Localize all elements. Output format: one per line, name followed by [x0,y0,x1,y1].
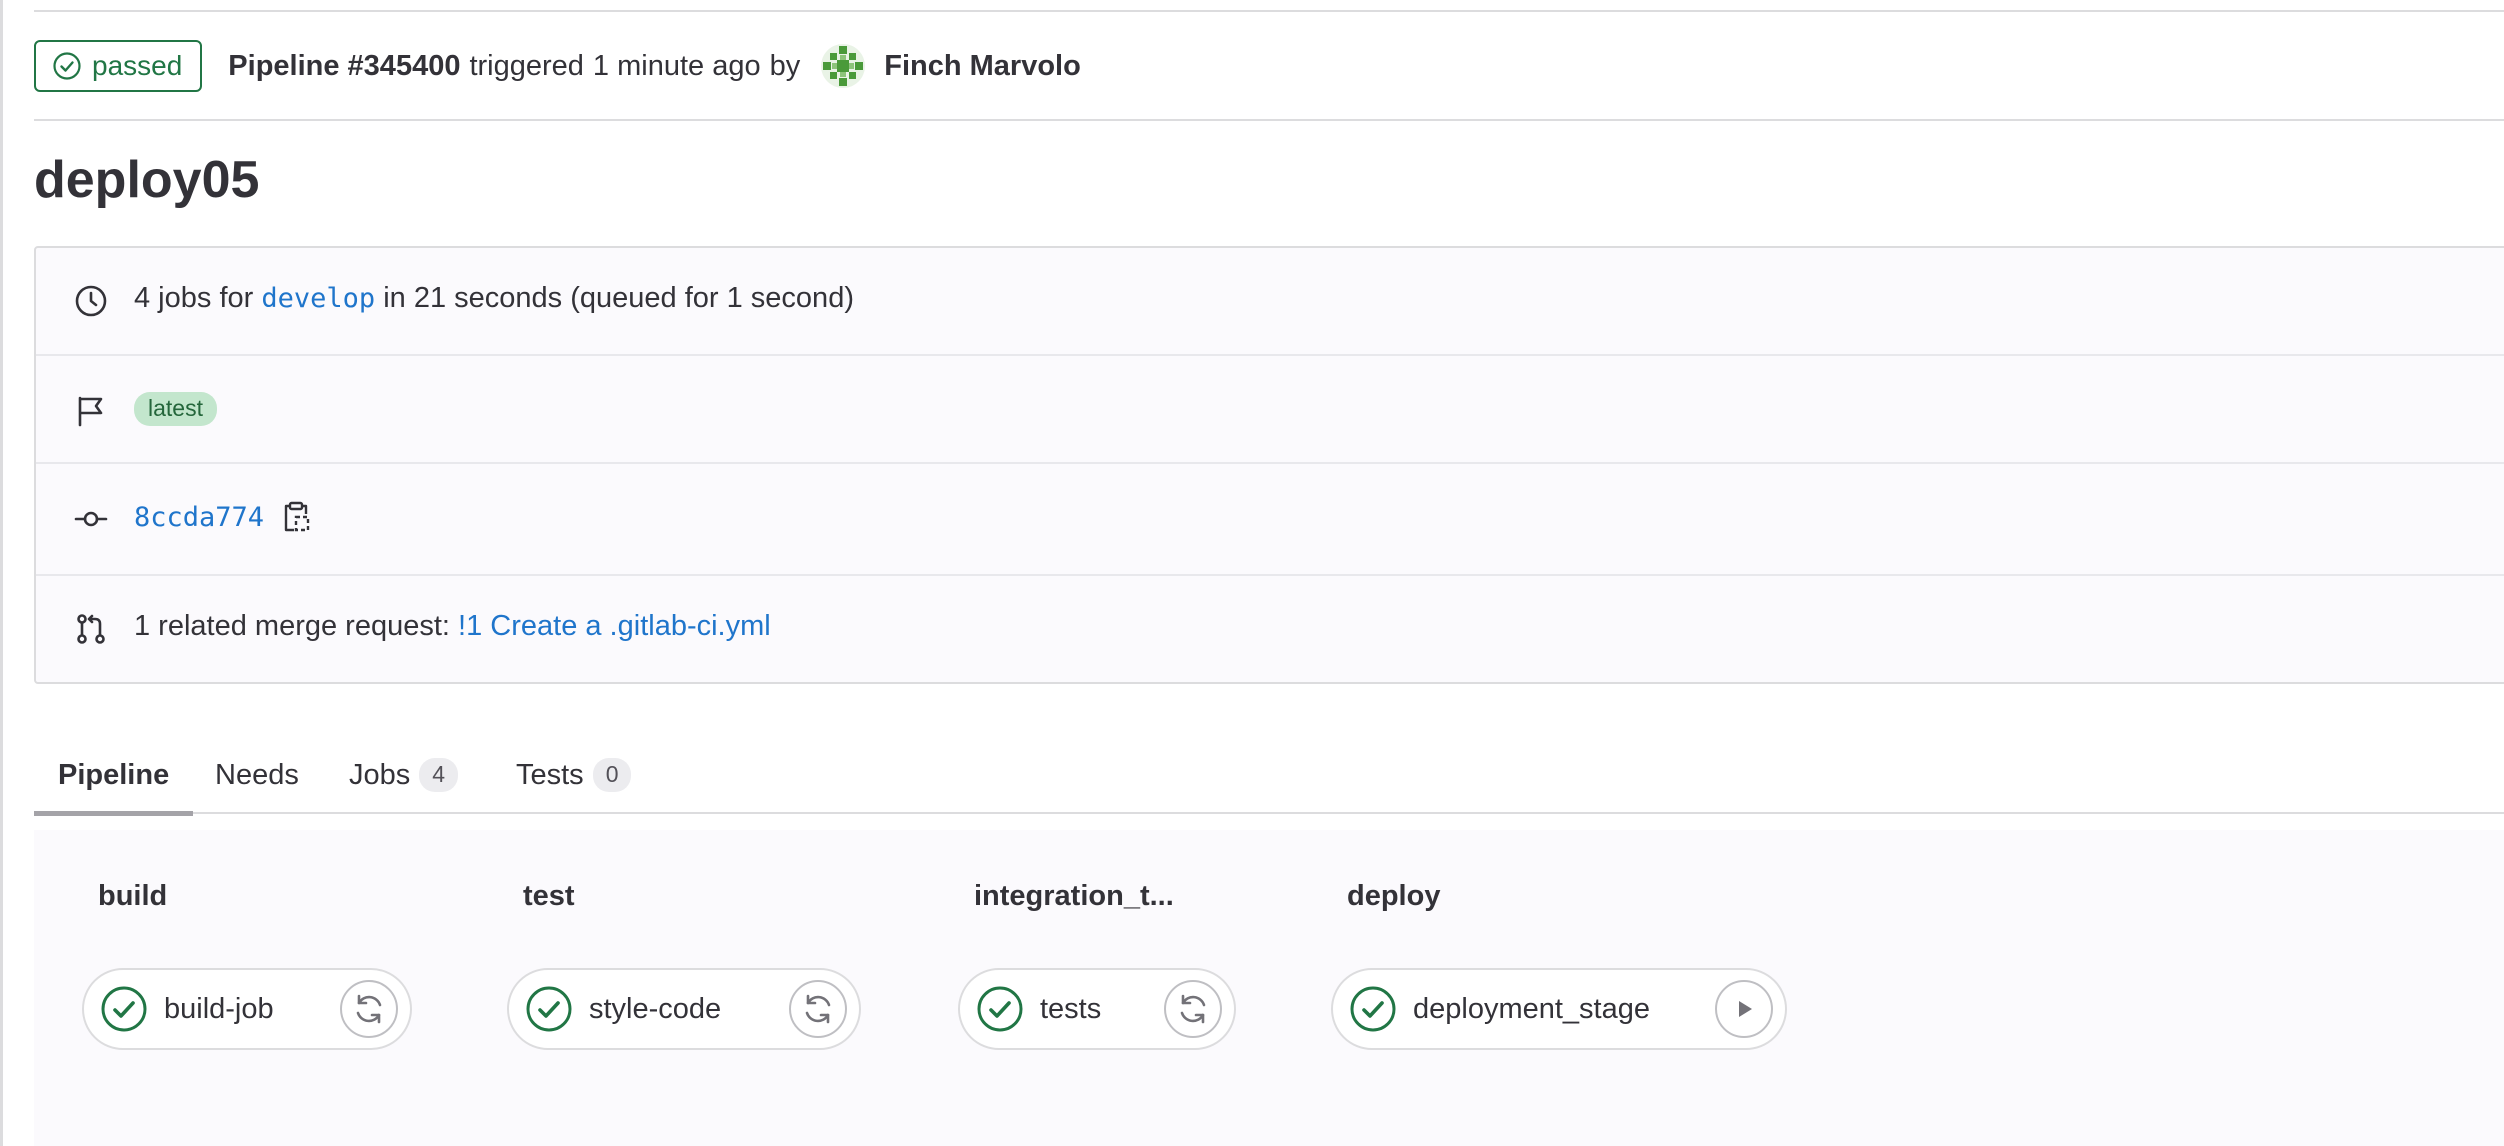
play-icon[interactable] [1715,980,1773,1038]
status-success-icon [52,51,82,81]
retry-icon[interactable] [789,980,847,1038]
tab-tests[interactable]: Tests 0 [516,736,632,814]
pipeline-info-panel: 4 jobs for develop in 21 seconds (queued… [34,246,2504,684]
avatar[interactable] [820,43,866,89]
top-divider [34,10,2504,12]
pipeline-header: passed Pipeline #345400 triggered 1 minu… [34,40,2504,92]
active-tab-indicator [34,811,194,816]
stage-title: integration_t... [974,880,1174,912]
tab-pipeline-label: Pipeline [58,758,170,791]
tab-jobs-label: Jobs [349,758,411,791]
tests-count-badge: 0 [592,758,632,792]
job-name: style-code [589,992,722,1025]
status-badge[interactable]: passed [34,40,203,92]
retry-icon[interactable] [340,980,398,1038]
pipeline-graph: build build-job test style-code integrat… [34,830,2504,1146]
status-success-icon [100,985,148,1033]
info-row-tags: latest [36,356,2504,464]
tab-needs[interactable]: Needs [215,736,299,814]
info-row-merge-request: 1 related merge request: !1 Create a .gi… [36,576,2504,684]
job-deployment-stage[interactable]: deployment_stage [1331,968,1787,1050]
branch-link[interactable]: develop [261,283,375,314]
stage-title: build [98,880,168,912]
merge-request-link[interactable]: !1 Create a .gitlab-ci.yml [458,610,771,643]
duration-detail: in 21 seconds (queued for 1 second) [383,282,854,314]
flag-icon [74,394,108,428]
trigger-time: 1 minute ago [592,49,761,82]
copy-commit-sha-icon[interactable] [280,500,312,534]
commit-sha-link[interactable]: 8ccda774 [134,502,264,533]
header-divider [34,119,2504,121]
tab-pipeline[interactable]: Pipeline [34,736,194,816]
pipeline-id[interactable]: Pipeline #345400 [228,50,460,83]
merge-request-prefix: 1 related merge request: [134,610,450,642]
job-name: tests [1040,992,1102,1025]
merge-request-content: 1 related merge request: !1 Create a .gi… [134,610,771,643]
commit-content: 8ccda774 [134,500,312,534]
stage-title: deploy [1347,880,1441,912]
commit-icon [74,502,108,536]
retry-icon[interactable] [1164,980,1222,1038]
triggered-text: triggered [469,49,584,82]
job-build-job[interactable]: build-job [82,968,412,1050]
status-success-icon [525,985,573,1033]
pipeline-tabs: Pipeline Needs Jobs 4 Tests 0 [34,736,2504,816]
jobs-count-badge: 4 [419,758,459,792]
tab-tests-label: Tests [516,758,584,791]
job-style-code[interactable]: style-code [507,968,861,1050]
job-tests[interactable]: tests [958,968,1236,1050]
status-success-icon [976,985,1024,1033]
latest-tag: latest [134,392,217,426]
info-row-duration: 4 jobs for develop in 21 seconds (queued… [36,248,2504,356]
pipeline-summary: Pipeline #345400 triggered 1 minute ago … [228,43,1081,89]
job-name: build-job [164,992,274,1025]
tab-needs-label: Needs [215,758,299,791]
stage-title: test [523,880,575,912]
jobs-count-text: 4 jobs for [134,282,254,314]
tags-content: latest [134,392,217,426]
tab-jobs[interactable]: Jobs 4 [349,736,459,814]
duration-text: 4 jobs for develop in 21 seconds (queued… [134,282,854,315]
clock-icon [74,284,108,318]
info-row-commit: 8ccda774 [36,464,2504,576]
by-text: by [769,49,801,82]
job-name: deployment_stage [1413,992,1650,1025]
username[interactable]: Finch Marvolo [884,50,1081,83]
page-title: deploy05 [34,151,260,209]
status-success-icon [1349,985,1397,1033]
merge-request-icon [74,612,108,646]
status-label: passed [92,50,183,81]
left-border [0,0,3,1146]
